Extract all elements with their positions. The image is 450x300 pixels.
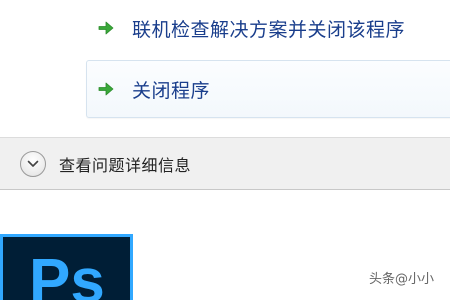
dialog-body: 联机检查解决方案并关闭该程序 关闭程序 [0, 0, 450, 137]
green-arrow-icon [98, 21, 114, 35]
expand-details-button[interactable] [20, 150, 46, 177]
view-problem-details-link[interactable]: 查看问题详细信息 [59, 152, 191, 176]
green-arrow-icon [98, 82, 114, 96]
close-program-option[interactable]: 关闭程序 [86, 60, 450, 118]
error-dialog: 联机检查解决方案并关闭该程序 关闭程序 查看问题详细信息 [0, 0, 450, 190]
dialog-footer: 查看问题详细信息 [0, 137, 450, 190]
chevron-down-icon [27, 160, 39, 167]
photoshop-logo-text: Ps [29, 247, 105, 300]
option-label: 关闭程序 [132, 79, 211, 102]
option-label: 联机检查解决方案并关闭该程序 [132, 18, 406, 41]
watermark: 头条@小小 [368, 272, 434, 287]
check-online-close-option[interactable]: 联机检查解决方案并关闭该程序 [86, 8, 450, 48]
photoshop-app-icon: Ps [0, 234, 133, 300]
